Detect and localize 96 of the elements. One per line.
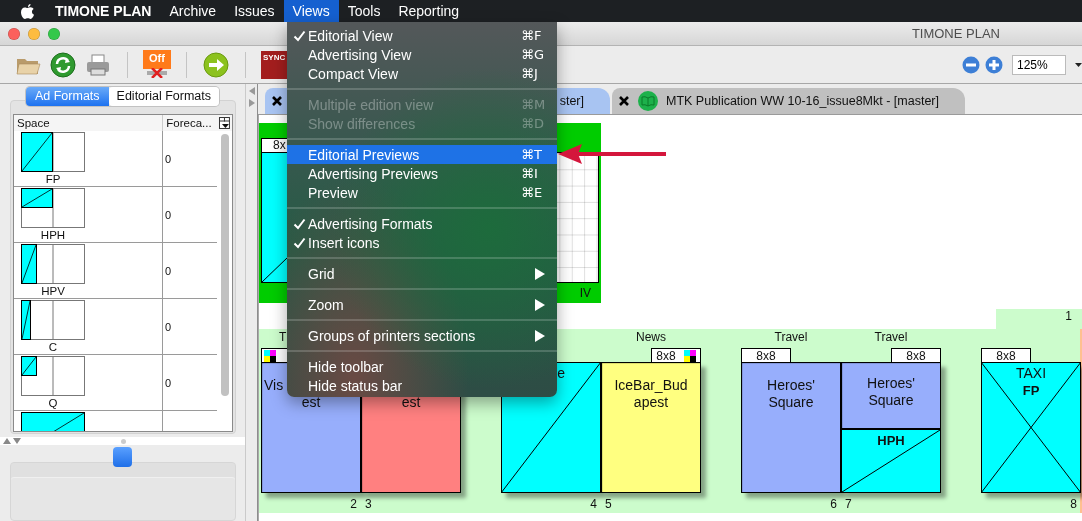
menu-bar-item[interactable]: Views xyxy=(283,0,339,22)
format-label: 8x8 xyxy=(906,348,926,363)
sync-button[interactable]: SYNC xyxy=(261,50,289,79)
menu-item[interactable]: Compact View ⌘J xyxy=(287,64,557,83)
zoom-out-icon[interactable] xyxy=(962,55,980,74)
column-header[interactable]: Space xyxy=(14,115,163,131)
format-name: HPV xyxy=(40,284,66,298)
format-tab[interactable]: Editorial Formats xyxy=(108,87,220,106)
keyboard-shortcut: ⌘M xyxy=(521,97,547,112)
keyboard-shortcut: ⌘E xyxy=(521,185,544,200)
format-thumbnail xyxy=(21,356,85,396)
format-name: HPH xyxy=(39,228,67,242)
column-header[interactable]: Foreca... xyxy=(162,115,217,131)
menu-bar-item[interactable]: Reporting xyxy=(389,0,469,22)
page-number: 8 xyxy=(1070,497,1077,513)
page-number: 5 xyxy=(605,497,612,513)
drag-handle[interactable] xyxy=(113,447,132,467)
zoom-field[interactable]: 125% xyxy=(1012,54,1066,75)
section-label: Travel xyxy=(774,330,808,346)
page-number: IV xyxy=(579,286,591,300)
page-title: e xyxy=(557,365,565,382)
keyboard-shortcut: ⌘G xyxy=(521,47,546,62)
page-title: est xyxy=(401,394,421,411)
menu-item[interactable]: Advertising Previews ⌘I xyxy=(287,164,557,183)
submenu-arrow-icon xyxy=(535,267,545,280)
menu-item[interactable]: Groups of printers sections xyxy=(287,326,557,345)
forecast-value: 0 xyxy=(165,320,172,333)
menu-bar-item[interactable]: Tools xyxy=(338,0,390,22)
menu-item[interactable]: Hide status bar xyxy=(287,376,557,395)
zoom-in-icon[interactable] xyxy=(985,55,1003,74)
page-title: Vis xyxy=(264,377,284,394)
caret-icon[interactable] xyxy=(1075,61,1082,68)
window-title: TIMONE PLAN xyxy=(911,26,1000,41)
page-title: TAXI xyxy=(1015,365,1047,382)
page-number: 6 xyxy=(830,497,837,513)
menu-item[interactable]: Hide toolbar xyxy=(287,357,557,376)
ad-format-label: HPH xyxy=(876,432,906,449)
column-chooser-icon[interactable] xyxy=(217,115,232,131)
format-name: Q xyxy=(47,396,59,410)
page-title: Heroes' Square xyxy=(767,377,815,411)
menu-item[interactable]: Grid xyxy=(287,264,557,283)
menu-item[interactable]: Editorial Previews ⌘T xyxy=(287,145,557,164)
app-name[interactable]: TIMONE PLAN xyxy=(55,3,152,19)
format-name: C xyxy=(47,340,59,354)
forecast-value: 0 xyxy=(165,264,172,277)
keyboard-shortcut: ⌘I xyxy=(521,166,539,181)
section-label: Travel xyxy=(874,330,908,346)
forecast-value: 0 xyxy=(165,376,172,389)
keyboard-shortcut: ⌘D xyxy=(521,116,545,131)
forecast-value: 0 xyxy=(165,208,172,221)
page-number: 4 xyxy=(590,497,597,513)
page-number: 1 xyxy=(1065,309,1072,323)
close-icon[interactable] xyxy=(271,95,283,107)
forecast-value: 0 xyxy=(165,152,172,165)
page-number: 7 xyxy=(845,497,852,513)
page-title: IceBar_Bud apest xyxy=(614,377,688,411)
page-title: est xyxy=(301,394,321,411)
format-thumbnail xyxy=(21,300,85,340)
format-label: 8x8 xyxy=(756,348,776,363)
splitter-bar[interactable] xyxy=(0,437,245,445)
menu-item[interactable]: Advertising View ⌘G xyxy=(287,45,557,64)
format-name: FP xyxy=(44,172,62,186)
zoom-button[interactable] xyxy=(48,27,60,40)
page-title: Heroes' Square xyxy=(867,375,915,409)
section-label: T xyxy=(279,330,287,346)
scrollbar-thumb[interactable] xyxy=(220,134,229,396)
cross-icon xyxy=(145,67,169,78)
keyboard-shortcut: ⌘T xyxy=(521,147,543,162)
format-thumbnail xyxy=(21,244,85,284)
menu-item[interactable]: Preview ⌘E xyxy=(287,183,557,202)
submenu-arrow-icon xyxy=(535,298,545,311)
splitter-grip[interactable] xyxy=(121,438,126,444)
menu-bar-item[interactable]: Issues xyxy=(225,0,284,22)
keyboard-shortcut: ⌘J xyxy=(521,66,539,81)
menu-item[interactable]: Advertising Formats xyxy=(287,214,557,233)
menu-item[interactable]: Insert icons xyxy=(287,233,557,252)
page-number: 3 xyxy=(365,497,372,513)
section-label: News xyxy=(636,330,666,346)
close-button[interactable] xyxy=(8,27,20,40)
menu-bar-item[interactable]: Archive xyxy=(160,0,226,22)
ad-format-label: FP xyxy=(1021,382,1041,399)
keyboard-shortcut: ⌘F xyxy=(521,28,543,43)
submenu-arrow-icon xyxy=(535,329,545,342)
minimize-button[interactable] xyxy=(28,27,40,40)
menu-item[interactable]: Editorial View ⌘F xyxy=(287,26,557,45)
page-number: 2 xyxy=(350,497,357,513)
format-thumbnail xyxy=(21,188,85,228)
format-label: 8x8 xyxy=(996,348,1016,363)
format-label: 8x xyxy=(273,138,286,152)
refresh-icon[interactable] xyxy=(49,50,77,79)
menu-item[interactable]: Zoom xyxy=(287,295,557,314)
document-tab[interactable]: MTK Publication WW 10-16_issue8Mkt - [master] xyxy=(612,88,965,114)
apple-icon[interactable] xyxy=(20,2,35,20)
close-icon[interactable] xyxy=(618,95,630,107)
collapse-arrows-icon[interactable] xyxy=(2,437,22,445)
format-label: 8x8 xyxy=(656,348,676,363)
